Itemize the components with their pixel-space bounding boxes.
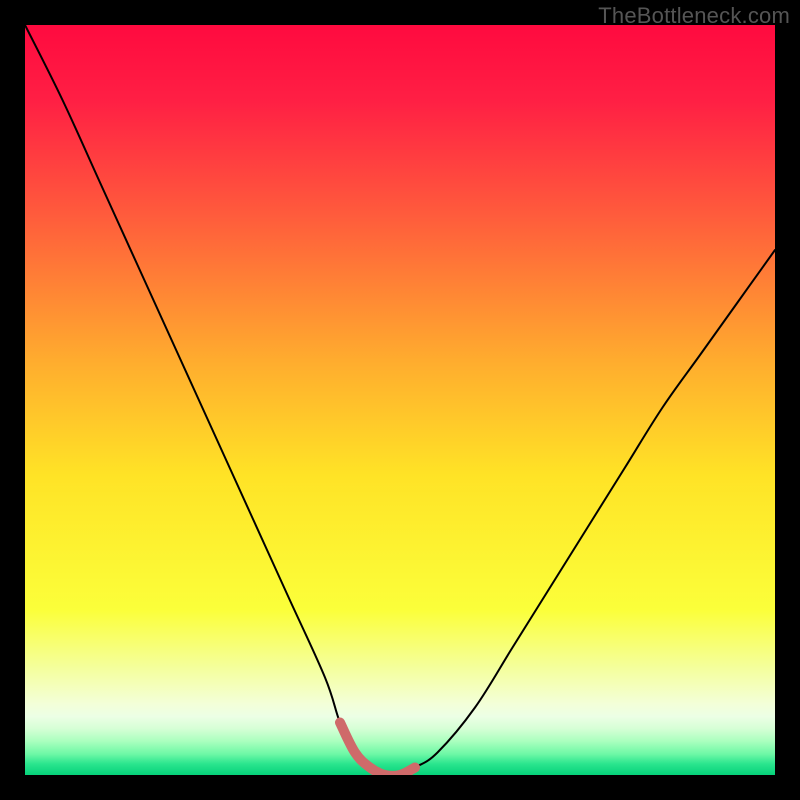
watermark-text: TheBottleneck.com: [598, 3, 790, 29]
stage: TheBottleneck.com: [0, 0, 800, 800]
chart-plot: [25, 25, 775, 775]
chart-background: [25, 25, 775, 775]
chart-svg: [25, 25, 775, 775]
